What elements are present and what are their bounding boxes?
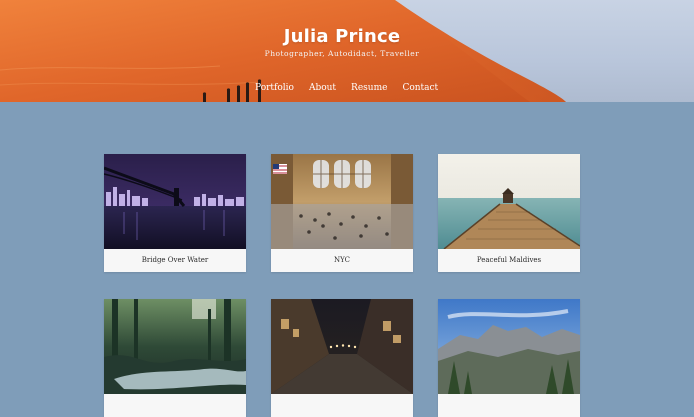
hero-banner: Julia Prince Photographer, Autodidact, T… bbox=[0, 0, 694, 102]
site-tagline: Photographer, Autodidact, Traveller bbox=[264, 49, 420, 58]
gallery-card-mountains[interactable] bbox=[438, 299, 580, 417]
gallery-caption bbox=[438, 394, 580, 417]
nav-portfolio-link[interactable]: Portfolio bbox=[255, 82, 294, 96]
night-bridge-city-photo[interactable] bbox=[104, 154, 246, 249]
gallery-caption bbox=[104, 394, 246, 417]
gallery-card-bridge[interactable]: Bridge Over Water bbox=[104, 154, 246, 272]
mountain-valley-photo[interactable] bbox=[438, 299, 580, 394]
grand-central-terminal-photo[interactable] bbox=[271, 154, 413, 249]
gallery-caption: Peaceful Maldives bbox=[476, 256, 542, 264]
nav-resume-link[interactable]: Resume bbox=[351, 82, 387, 96]
wooden-pier-sea-photo[interactable] bbox=[438, 154, 580, 249]
gallery-caption bbox=[271, 394, 413, 417]
main-nav: Portfolio About Resume Contact bbox=[255, 82, 453, 96]
gallery-card-street[interactable] bbox=[271, 299, 413, 417]
nav-contact-link[interactable]: Contact bbox=[402, 82, 438, 96]
gallery-card-nyc[interactable]: NYC bbox=[271, 154, 413, 272]
gallery-card-forest[interactable] bbox=[104, 299, 246, 417]
forest-river-photo[interactable] bbox=[104, 299, 246, 394]
site-title: Julia Prince bbox=[283, 26, 401, 47]
night-street-photo[interactable] bbox=[271, 299, 413, 394]
nav-about-link[interactable]: About bbox=[309, 82, 336, 96]
gallery-caption: Bridge Over Water bbox=[141, 256, 209, 264]
gallery-caption: NYC bbox=[334, 256, 350, 264]
gallery-card-maldives[interactable]: Peaceful Maldives bbox=[438, 154, 580, 272]
